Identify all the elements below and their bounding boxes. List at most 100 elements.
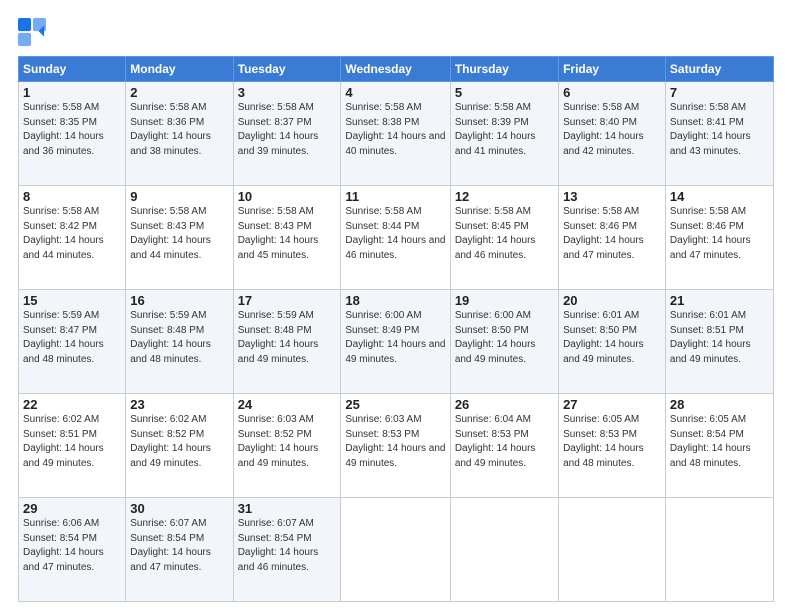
day-info: Sunrise: 6:03 AMSunset: 8:52 PMDaylight:…: [238, 413, 337, 471]
day-number: 18: [345, 293, 445, 308]
day-info: Sunrise: 6:04 AMSunset: 8:53 PMDaylight:…: [455, 413, 554, 471]
calendar-cell: 30Sunrise: 6:07 AMSunset: 8:54 PMDayligh…: [126, 498, 233, 602]
calendar-cell: 21Sunrise: 6:01 AMSunset: 8:51 PMDayligh…: [665, 290, 773, 394]
calendar-cell: 14Sunrise: 5:58 AMSunset: 8:46 PMDayligh…: [665, 186, 773, 290]
calendar-cell: 5Sunrise: 5:58 AMSunset: 8:39 PMDaylight…: [450, 82, 558, 186]
day-number: 6: [563, 85, 661, 100]
calendar-cell: 28Sunrise: 6:05 AMSunset: 8:54 PMDayligh…: [665, 394, 773, 498]
day-number: 9: [130, 189, 228, 204]
calendar-cell: [665, 498, 773, 602]
day-info: Sunrise: 5:58 AMSunset: 8:41 PMDaylight:…: [670, 101, 769, 159]
logo: [18, 18, 50, 46]
day-number: 7: [670, 85, 769, 100]
calendar-cell: 12Sunrise: 5:58 AMSunset: 8:45 PMDayligh…: [450, 186, 558, 290]
col-header-monday: Monday: [126, 57, 233, 82]
calendar-cell: 23Sunrise: 6:02 AMSunset: 8:52 PMDayligh…: [126, 394, 233, 498]
calendar-cell: 7Sunrise: 5:58 AMSunset: 8:41 PMDaylight…: [665, 82, 773, 186]
calendar-cell: [450, 498, 558, 602]
calendar-cell: 10Sunrise: 5:58 AMSunset: 8:43 PMDayligh…: [233, 186, 341, 290]
calendar-cell: 4Sunrise: 5:58 AMSunset: 8:38 PMDaylight…: [341, 82, 450, 186]
calendar-cell: 18Sunrise: 6:00 AMSunset: 8:49 PMDayligh…: [341, 290, 450, 394]
day-info: Sunrise: 5:58 AMSunset: 8:42 PMDaylight:…: [23, 205, 121, 263]
day-info: Sunrise: 5:58 AMSunset: 8:40 PMDaylight:…: [563, 101, 661, 159]
calendar-cell: 8Sunrise: 5:58 AMSunset: 8:42 PMDaylight…: [19, 186, 126, 290]
day-info: Sunrise: 5:59 AMSunset: 8:48 PMDaylight:…: [238, 309, 337, 367]
day-number: 26: [455, 397, 554, 412]
day-info: Sunrise: 6:02 AMSunset: 8:52 PMDaylight:…: [130, 413, 228, 471]
day-info: Sunrise: 6:00 AMSunset: 8:49 PMDaylight:…: [345, 309, 445, 367]
day-info: Sunrise: 5:58 AMSunset: 8:43 PMDaylight:…: [238, 205, 337, 263]
day-info: Sunrise: 5:58 AMSunset: 8:36 PMDaylight:…: [130, 101, 228, 159]
day-info: Sunrise: 5:58 AMSunset: 8:44 PMDaylight:…: [345, 205, 445, 263]
day-info: Sunrise: 5:58 AMSunset: 8:37 PMDaylight:…: [238, 101, 337, 159]
calendar-cell: 11Sunrise: 5:58 AMSunset: 8:44 PMDayligh…: [341, 186, 450, 290]
day-info: Sunrise: 6:07 AMSunset: 8:54 PMDaylight:…: [238, 517, 337, 575]
day-info: Sunrise: 5:58 AMSunset: 8:38 PMDaylight:…: [345, 101, 445, 159]
calendar-cell: 22Sunrise: 6:02 AMSunset: 8:51 PMDayligh…: [19, 394, 126, 498]
col-header-sunday: Sunday: [19, 57, 126, 82]
day-number: 27: [563, 397, 661, 412]
calendar-cell: 6Sunrise: 5:58 AMSunset: 8:40 PMDaylight…: [559, 82, 666, 186]
day-number: 19: [455, 293, 554, 308]
col-header-thursday: Thursday: [450, 57, 558, 82]
day-number: 10: [238, 189, 337, 204]
day-info: Sunrise: 5:59 AMSunset: 8:47 PMDaylight:…: [23, 309, 121, 367]
calendar-cell: 31Sunrise: 6:07 AMSunset: 8:54 PMDayligh…: [233, 498, 341, 602]
col-header-wednesday: Wednesday: [341, 57, 450, 82]
day-info: Sunrise: 6:05 AMSunset: 8:53 PMDaylight:…: [563, 413, 661, 471]
calendar-cell: 24Sunrise: 6:03 AMSunset: 8:52 PMDayligh…: [233, 394, 341, 498]
day-info: Sunrise: 5:58 AMSunset: 8:45 PMDaylight:…: [455, 205, 554, 263]
day-number: 22: [23, 397, 121, 412]
calendar-table: SundayMondayTuesdayWednesdayThursdayFrid…: [18, 56, 774, 602]
day-info: Sunrise: 6:01 AMSunset: 8:50 PMDaylight:…: [563, 309, 661, 367]
calendar-cell: 26Sunrise: 6:04 AMSunset: 8:53 PMDayligh…: [450, 394, 558, 498]
calendar-cell: 3Sunrise: 5:58 AMSunset: 8:37 PMDaylight…: [233, 82, 341, 186]
page: SundayMondayTuesdayWednesdayThursdayFrid…: [0, 0, 792, 612]
day-number: 28: [670, 397, 769, 412]
day-info: Sunrise: 5:58 AMSunset: 8:46 PMDaylight:…: [563, 205, 661, 263]
calendar-cell: 1Sunrise: 5:58 AMSunset: 8:35 PMDaylight…: [19, 82, 126, 186]
col-header-friday: Friday: [559, 57, 666, 82]
calendar-cell: [341, 498, 450, 602]
calendar-cell: [559, 498, 666, 602]
day-number: 3: [238, 85, 337, 100]
day-number: 12: [455, 189, 554, 204]
calendar-cell: 20Sunrise: 6:01 AMSunset: 8:50 PMDayligh…: [559, 290, 666, 394]
day-number: 25: [345, 397, 445, 412]
header: [18, 18, 774, 46]
day-info: Sunrise: 6:00 AMSunset: 8:50 PMDaylight:…: [455, 309, 554, 367]
logo-icon: [18, 18, 46, 46]
day-info: Sunrise: 6:03 AMSunset: 8:53 PMDaylight:…: [345, 413, 445, 471]
calendar-cell: 13Sunrise: 5:58 AMSunset: 8:46 PMDayligh…: [559, 186, 666, 290]
day-info: Sunrise: 6:01 AMSunset: 8:51 PMDaylight:…: [670, 309, 769, 367]
day-info: Sunrise: 5:58 AMSunset: 8:46 PMDaylight:…: [670, 205, 769, 263]
day-number: 11: [345, 189, 445, 204]
day-number: 16: [130, 293, 228, 308]
day-number: 15: [23, 293, 121, 308]
day-info: Sunrise: 6:07 AMSunset: 8:54 PMDaylight:…: [130, 517, 228, 575]
day-number: 1: [23, 85, 121, 100]
day-number: 24: [238, 397, 337, 412]
calendar-cell: 9Sunrise: 5:58 AMSunset: 8:43 PMDaylight…: [126, 186, 233, 290]
day-info: Sunrise: 6:02 AMSunset: 8:51 PMDaylight:…: [23, 413, 121, 471]
calendar-cell: 25Sunrise: 6:03 AMSunset: 8:53 PMDayligh…: [341, 394, 450, 498]
day-number: 30: [130, 501, 228, 516]
day-number: 5: [455, 85, 554, 100]
day-number: 8: [23, 189, 121, 204]
calendar-cell: 19Sunrise: 6:00 AMSunset: 8:50 PMDayligh…: [450, 290, 558, 394]
day-number: 23: [130, 397, 228, 412]
day-number: 13: [563, 189, 661, 204]
day-info: Sunrise: 5:59 AMSunset: 8:48 PMDaylight:…: [130, 309, 228, 367]
day-number: 4: [345, 85, 445, 100]
calendar-cell: 16Sunrise: 5:59 AMSunset: 8:48 PMDayligh…: [126, 290, 233, 394]
day-number: 21: [670, 293, 769, 308]
day-info: Sunrise: 5:58 AMSunset: 8:35 PMDaylight:…: [23, 101, 121, 159]
calendar-cell: 27Sunrise: 6:05 AMSunset: 8:53 PMDayligh…: [559, 394, 666, 498]
day-info: Sunrise: 6:06 AMSunset: 8:54 PMDaylight:…: [23, 517, 121, 575]
day-number: 14: [670, 189, 769, 204]
day-number: 17: [238, 293, 337, 308]
day-number: 2: [130, 85, 228, 100]
calendar-cell: 15Sunrise: 5:59 AMSunset: 8:47 PMDayligh…: [19, 290, 126, 394]
col-header-saturday: Saturday: [665, 57, 773, 82]
day-info: Sunrise: 6:05 AMSunset: 8:54 PMDaylight:…: [670, 413, 769, 471]
